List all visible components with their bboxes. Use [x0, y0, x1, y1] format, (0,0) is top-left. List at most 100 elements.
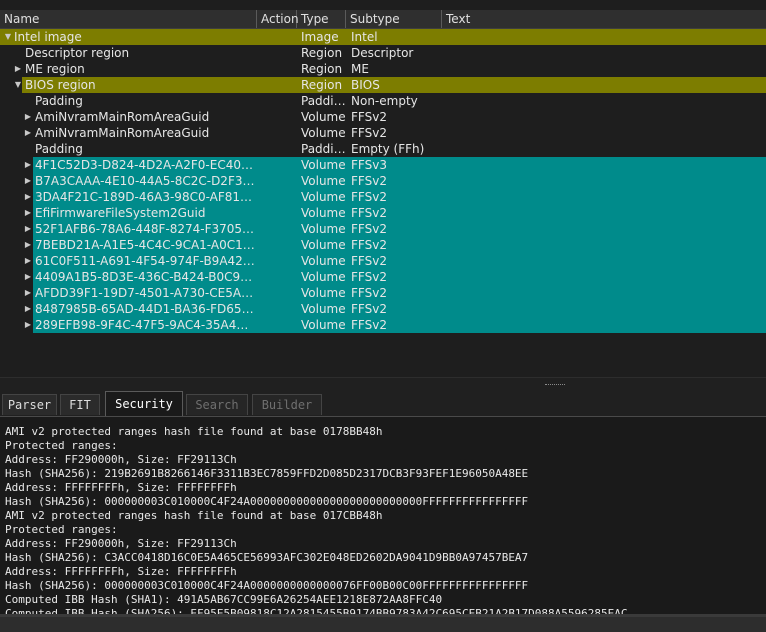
collapse-arrow-icon[interactable]: ▶: [23, 237, 33, 253]
tree-row[interactable]: ▶ 7BEBD21A-A1E5-4C4C-9CA1-A0C168B... Volum…: [0, 237, 766, 253]
collapse-arrow-icon[interactable]: ▶: [23, 157, 33, 173]
collapse-arrow-icon[interactable]: ▶: [23, 125, 33, 141]
tree-row[interactable]: ▶3DA4F21C-189D-46A3-98C0-AF814EBF0... Vol…: [0, 189, 766, 205]
tree-row[interactable]: ▶61C0F511-A691-4F54-974F-B9A42172CE... Vo…: [0, 253, 766, 269]
tree-row[interactable]: ▶8487985B-65AD-44D1-BA36-FD65190CE... Vol…: [0, 301, 766, 317]
collapse-arrow-icon[interactable]: ▶: [23, 173, 33, 189]
row-name: 52F1AFB6-78A6-448F-8274-F370549AC5...: [35, 222, 257, 236]
collapse-arrow-icon[interactable]: ▶: [13, 61, 23, 77]
row-subtype: FFSv2: [351, 126, 387, 140]
row-subtype: FFSv2: [351, 110, 387, 124]
row-subtype: FFSv2: [351, 174, 387, 188]
row-name: 61C0F511-A691-4F54-974F-B9A42172CE...: [35, 254, 257, 268]
row-subtype: Intel: [351, 30, 378, 44]
column-header-text[interactable]: Text: [442, 10, 766, 28]
column-header-type[interactable]: Type: [297, 10, 346, 28]
row-subtype: Non-empty: [351, 94, 418, 108]
collapse-arrow-icon[interactable]: ▶: [23, 109, 33, 125]
tab-search: Search: [186, 394, 248, 415]
splitter-grip[interactable]: [545, 384, 565, 387]
structure-tree[interactable]: Name Action Type Subtype Text ▼ Intel ima…: [0, 0, 766, 378]
log-line: Protected ranges:: [5, 523, 118, 536]
column-header-subtype[interactable]: Subtype: [346, 10, 442, 28]
row-type: Volume: [301, 254, 346, 268]
collapse-arrow-icon[interactable]: ▶: [23, 317, 33, 333]
row-name: AmiNvramMainRomAreaGuid: [35, 126, 210, 140]
log-line: AMI v2 protected ranges hash file found …: [5, 509, 383, 522]
row-type: Padding: [301, 94, 347, 108]
row-name: 4F1C52D3-D824-4D2A-A2F0-EC40C23C...: [35, 158, 257, 172]
tree-row[interactable]: ▶ ME region Region ME: [0, 61, 766, 77]
row-type: Volume: [301, 270, 346, 284]
collapse-arrow-icon[interactable]: ▶: [23, 253, 33, 269]
tab-parser[interactable]: Parser: [2, 394, 57, 415]
tab-fit[interactable]: FIT: [60, 394, 100, 415]
tree-row[interactable]: ▶52F1AFB6-78A6-448F-8274-F370549AC5... Vo…: [0, 221, 766, 237]
row-name: ME region: [25, 62, 85, 76]
row-name: AFDD39F1-19D7-4501-A730-CE5A27E11...: [35, 286, 257, 300]
row-type: Volume: [301, 190, 346, 204]
tree-row[interactable]: ▶AFDD39F1-19D7-4501-A730-CE5A27E11... Vol…: [0, 285, 766, 301]
row-subtype: FFSv2: [351, 222, 387, 236]
collapse-arrow-icon[interactable]: ▶: [23, 269, 33, 285]
row-type: Region: [301, 78, 343, 92]
log-line: Hash (SHA256): 000000003C010000C4F24A000…: [5, 495, 529, 508]
row-name: 8487985B-65AD-44D1-BA36-FD65190CE...: [35, 302, 257, 316]
tree-row[interactable]: ▶B7A3CAAA-4E10-44A5-8C2C-D2F38D5B... Volu…: [0, 173, 766, 189]
row-subtype: BIOS: [351, 78, 380, 92]
row-subtype: FFSv2: [351, 238, 387, 252]
column-header-action[interactable]: Action: [257, 10, 299, 28]
row-type: Volume: [301, 158, 346, 172]
tree-row[interactable]: ▶289EFB98-9F4C-47F5-9AC4-35A4D847B... Vol…: [0, 317, 766, 333]
expand-arrow-icon[interactable]: ▼: [3, 29, 13, 45]
collapse-arrow-icon[interactable]: ▶: [23, 301, 33, 317]
column-header-name[interactable]: Name: [0, 10, 257, 28]
log-line: Hash (SHA256): C3ACC0418D16C0E5A465CE569…: [5, 551, 529, 564]
log-line: Protected ranges:: [5, 439, 118, 452]
security-log[interactable]: AMI v2 protected ranges hash file found …: [0, 417, 766, 614]
row-type: Volume: [301, 318, 346, 332]
tree-row[interactable]: Descriptor region Region Descriptor: [0, 45, 766, 61]
row-type: Volume: [301, 286, 346, 300]
row-subtype: FFSv2: [351, 318, 387, 332]
row-subtype: FFSv2: [351, 270, 387, 284]
tree-row[interactable]: ▼ Intel image Image Intel: [0, 29, 766, 45]
row-name: EfiFirmwareFileSystem2Guid: [35, 206, 206, 220]
tree-row[interactable]: ▶ AmiNvramMainRomAreaGuid Volume FFSv2: [0, 125, 766, 141]
tree-row[interactable]: Padding Padding Empty (FFh): [0, 141, 766, 157]
row-subtype: Empty (FFh): [351, 142, 425, 156]
tree-header: Name Action Type Subtype Text: [0, 10, 766, 29]
tree-row[interactable]: ▶ AmiNvramMainRomAreaGuid Volume FFSv2: [0, 109, 766, 125]
expand-arrow-icon[interactable]: ▼: [13, 77, 23, 93]
row-name: Intel image: [14, 30, 82, 44]
log-line: AMI v2 protected ranges hash file found …: [5, 425, 383, 438]
log-line: Hash (SHA256): 000000003C010000C4F24A000…: [5, 579, 529, 592]
tab-bar: Parser FIT Security Search Builder: [0, 391, 766, 417]
tab-security[interactable]: Security: [105, 391, 183, 416]
row-type: Volume: [301, 222, 346, 236]
row-subtype: FFSv2: [351, 286, 387, 300]
row-type: Image: [301, 30, 339, 44]
row-name: Descriptor region: [25, 46, 130, 60]
row-type: Volume: [301, 302, 346, 316]
row-name: 289EFB98-9F4C-47F5-9AC4-35A4D847B...: [35, 318, 257, 332]
row-name: 4409A1B5-8D3E-436C-B424-B0C9F7AF1...: [35, 270, 257, 284]
row-name: Padding: [35, 142, 83, 156]
row-subtype: FFSv2: [351, 302, 387, 316]
collapse-arrow-icon[interactable]: ▶: [23, 189, 33, 205]
collapse-arrow-icon[interactable]: ▶: [23, 221, 33, 237]
row-subtype: FFSv2: [351, 190, 387, 204]
row-subtype: FFSv2: [351, 206, 387, 220]
tree-row[interactable]: ▼ BIOS region Region BIOS: [0, 77, 766, 93]
collapse-arrow-icon[interactable]: ▶: [23, 285, 33, 301]
row-name: B7A3CAAA-4E10-44A5-8C2C-D2F38D5B...: [35, 174, 257, 188]
collapse-arrow-icon[interactable]: ▶: [23, 205, 33, 221]
tree-row[interactable]: ▶ EfiFirmwareFileSystem2Guid Volume FFSv2: [0, 205, 766, 221]
row-type: Region: [301, 46, 343, 60]
row-subtype: FFSv2: [351, 254, 387, 268]
panel-splitter[interactable]: [0, 378, 766, 390]
row-type: Volume: [301, 238, 346, 252]
tree-row[interactable]: Padding Padding Non-empty: [0, 93, 766, 109]
tree-row[interactable]: ▶4409A1B5-8D3E-436C-B424-B0C9F7AF1... Vol…: [0, 269, 766, 285]
tree-row[interactable]: ▶4F1C52D3-D824-4D2A-A2F0-EC40C23C... Volu…: [0, 157, 766, 173]
